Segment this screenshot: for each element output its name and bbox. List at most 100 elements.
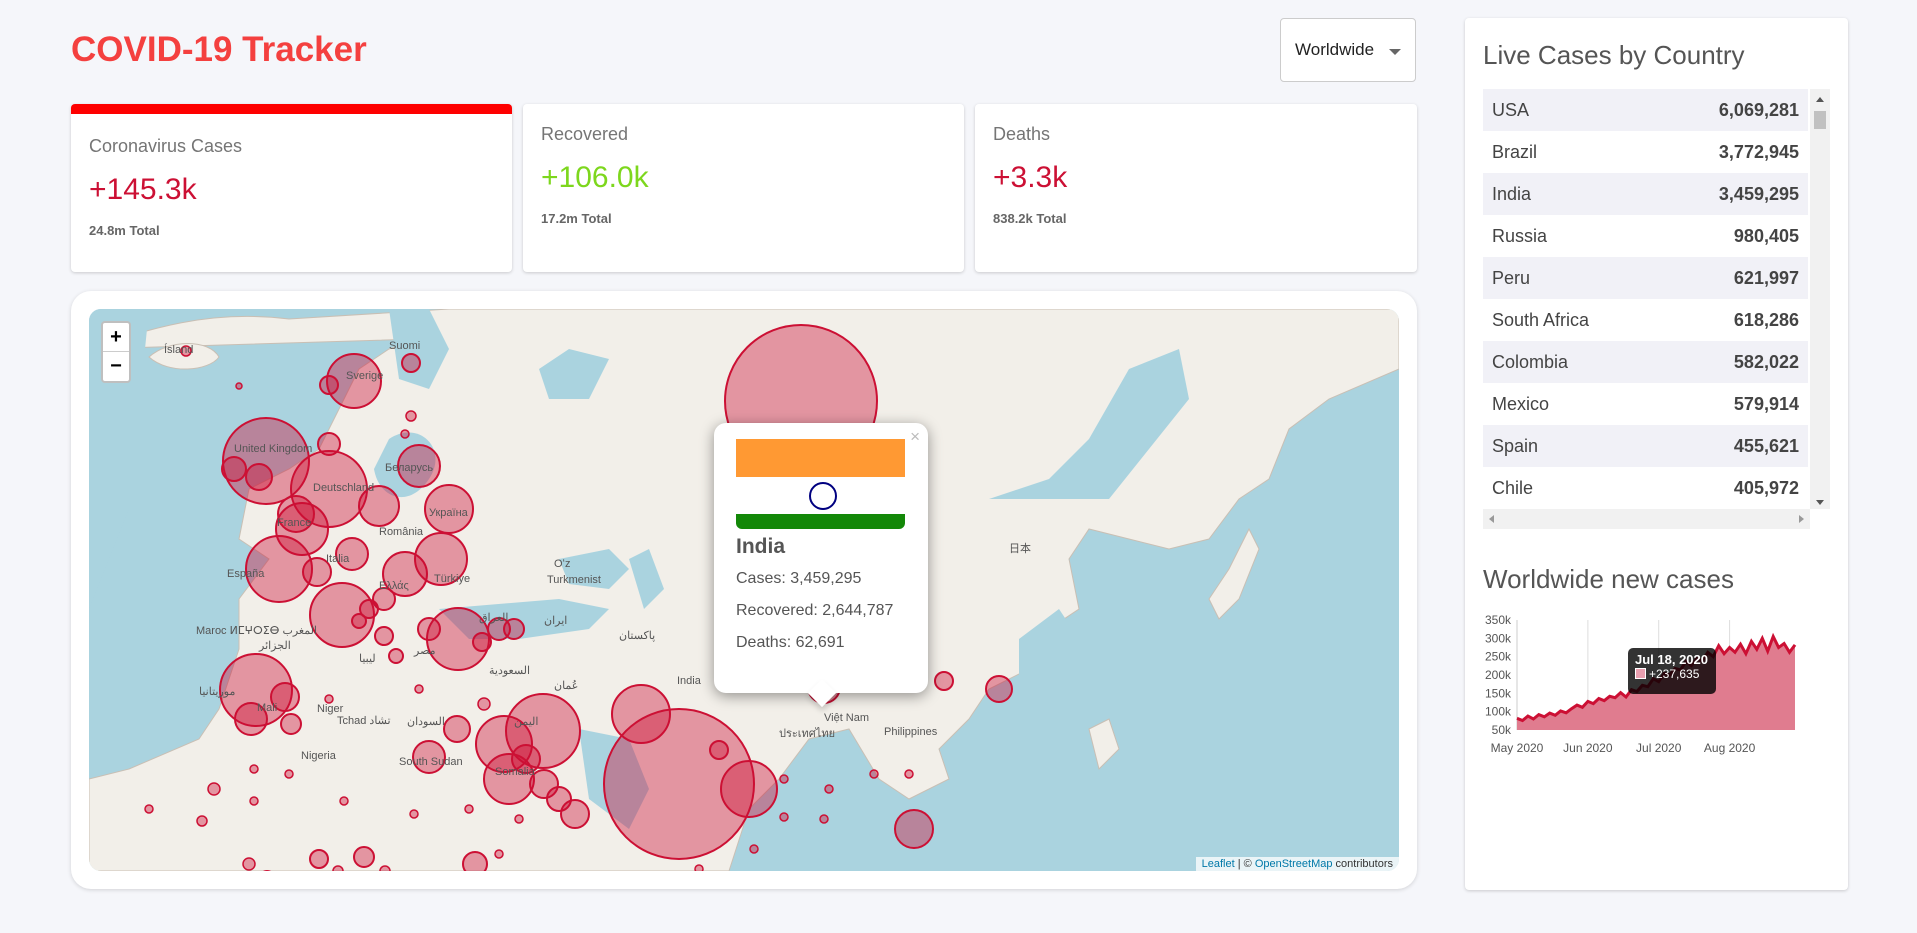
case-circle[interactable] bbox=[144, 804, 154, 814]
case-circle[interactable] bbox=[985, 675, 1013, 703]
y-tick-label: 100k bbox=[1485, 705, 1512, 719]
case-circle[interactable] bbox=[819, 814, 829, 824]
table-row[interactable]: South Africa 618,286 bbox=[1483, 299, 1808, 341]
case-circle[interactable] bbox=[749, 844, 759, 854]
attribution-tail: contributors bbox=[1332, 858, 1393, 870]
zoom-in-button[interactable]: + bbox=[103, 323, 129, 352]
case-circle[interactable] bbox=[332, 865, 344, 871]
map-label: Türkiye bbox=[434, 573, 470, 585]
case-circle[interactable] bbox=[462, 851, 488, 871]
case-circle[interactable] bbox=[934, 671, 954, 691]
case-circle[interactable] bbox=[779, 812, 789, 822]
row-country: Mexico bbox=[1492, 393, 1550, 414]
scroll-left-icon[interactable] bbox=[1489, 515, 1494, 523]
case-circle[interactable] bbox=[824, 784, 834, 794]
sidebar: Live Cases by Country USA 6,069,281 Brazil… bbox=[1465, 18, 1848, 890]
case-circle[interactable] bbox=[280, 713, 302, 735]
case-circle[interactable] bbox=[400, 429, 410, 439]
case-circle[interactable] bbox=[339, 796, 349, 806]
osm-link[interactable]: OpenStreetMap bbox=[1255, 858, 1333, 870]
scroll-up-icon[interactable] bbox=[1816, 97, 1824, 102]
zoom-control: + − bbox=[101, 321, 131, 383]
card-total: 838.2k Total bbox=[993, 211, 1067, 226]
map-label: Sverige bbox=[346, 370, 383, 382]
cases-card[interactable]: Coronavirus Cases +145.3k 24.8m Total bbox=[71, 104, 512, 272]
case-circle[interactable] bbox=[324, 694, 334, 704]
card-label: Recovered bbox=[541, 124, 629, 144]
scroll-thumb[interactable] bbox=[1814, 111, 1826, 129]
country-select[interactable]: Worldwide bbox=[1280, 18, 1416, 82]
row-cases: 579,914 bbox=[1733, 393, 1799, 414]
case-circle[interactable] bbox=[779, 774, 789, 784]
map-label: Беларусь bbox=[385, 462, 433, 474]
scroll-down-icon[interactable] bbox=[1816, 500, 1824, 505]
case-circle[interactable] bbox=[309, 849, 329, 869]
case-circle[interactable] bbox=[560, 799, 590, 829]
case-circle[interactable] bbox=[464, 804, 474, 814]
case-circle[interactable] bbox=[249, 764, 259, 774]
case-circle[interactable] bbox=[409, 809, 419, 819]
table-row[interactable]: Chile 405,972 bbox=[1483, 467, 1808, 509]
table-row[interactable]: Spain 455,621 bbox=[1483, 425, 1808, 467]
table-row[interactable]: USA 6,069,281 bbox=[1483, 89, 1808, 131]
case-circle[interactable] bbox=[351, 613, 367, 629]
case-circle[interactable] bbox=[249, 796, 259, 806]
case-circle[interactable] bbox=[235, 382, 243, 390]
card-label: Deaths bbox=[993, 124, 1051, 144]
map-label: عُمان bbox=[554, 679, 578, 692]
case-circle[interactable] bbox=[374, 626, 394, 646]
map-label: Philippines bbox=[884, 726, 938, 738]
map-label: Suomi bbox=[389, 340, 420, 352]
y-tick-label: 250k bbox=[1485, 650, 1512, 664]
case-circle[interactable] bbox=[514, 814, 524, 824]
case-circle[interactable] bbox=[379, 865, 391, 871]
case-circle[interactable] bbox=[196, 815, 208, 827]
row-cases: 405,972 bbox=[1733, 477, 1799, 498]
x-tick-label: Jun 2020 bbox=[1563, 741, 1613, 755]
table-row[interactable]: Mexico 579,914 bbox=[1483, 383, 1808, 425]
case-circle[interactable] bbox=[401, 353, 421, 373]
case-circle[interactable] bbox=[207, 782, 221, 796]
country-select-value: Worldwide bbox=[1295, 40, 1375, 59]
case-circle[interactable] bbox=[319, 375, 339, 395]
table-row[interactable]: Brazil 3,772,945 bbox=[1483, 131, 1808, 173]
case-circle[interactable] bbox=[245, 463, 273, 491]
tooltip-value: +237,635 bbox=[1649, 667, 1700, 681]
table-row[interactable]: Russia 980,405 bbox=[1483, 215, 1808, 257]
map-label: العراق bbox=[479, 612, 508, 624]
case-circle[interactable] bbox=[869, 769, 879, 779]
close-icon[interactable]: × bbox=[910, 427, 920, 447]
case-circle[interactable] bbox=[904, 769, 914, 779]
case-circle[interactable] bbox=[353, 846, 375, 868]
case-circle[interactable] bbox=[414, 684, 424, 694]
leaflet-link[interactable]: Leaflet bbox=[1202, 858, 1235, 870]
zoom-out-button[interactable]: − bbox=[103, 352, 129, 381]
table-row[interactable]: India 3,459,295 bbox=[1483, 173, 1808, 215]
case-circle[interactable] bbox=[694, 864, 704, 871]
deaths-card[interactable]: Deaths +3.3k 838.2k Total bbox=[975, 104, 1417, 272]
map-label: السودان bbox=[407, 716, 445, 728]
case-circle[interactable] bbox=[477, 697, 491, 711]
case-circle[interactable] bbox=[405, 410, 417, 422]
table-row[interactable]: Colombia 582,022 bbox=[1483, 341, 1808, 383]
map-label: South Sudan bbox=[399, 756, 463, 768]
new-cases-chart[interactable]: 50k 100k 150k 200k 250k 300k 350k May 2020 Jun 2… bbox=[1465, 608, 1848, 808]
recovered-card[interactable]: Recovered +106.0k 17.2m Total bbox=[523, 104, 964, 272]
case-circle[interactable] bbox=[221, 456, 247, 482]
app-title: COVID-19 Tracker bbox=[71, 30, 367, 69]
case-circle[interactable] bbox=[443, 715, 471, 743]
horizontal-scrollbar[interactable] bbox=[1483, 509, 1810, 529]
world-map[interactable]: Ísland Suomi Sverige United Kingdom Беларусь… bbox=[89, 309, 1399, 871]
card-total: 24.8m Total bbox=[89, 223, 160, 238]
case-circle[interactable] bbox=[894, 809, 934, 849]
case-circle[interactable] bbox=[284, 769, 294, 779]
case-circle[interactable] bbox=[483, 753, 535, 805]
case-circle[interactable] bbox=[720, 760, 778, 818]
scroll-right-icon[interactable] bbox=[1799, 515, 1804, 523]
case-circle[interactable] bbox=[494, 849, 504, 859]
table-row[interactable]: Peru 621,997 bbox=[1483, 257, 1808, 299]
case-circle[interactable] bbox=[388, 648, 404, 664]
vertical-scrollbar[interactable] bbox=[1810, 89, 1830, 509]
case-circle[interactable] bbox=[242, 857, 256, 871]
case-circle[interactable] bbox=[709, 740, 729, 760]
